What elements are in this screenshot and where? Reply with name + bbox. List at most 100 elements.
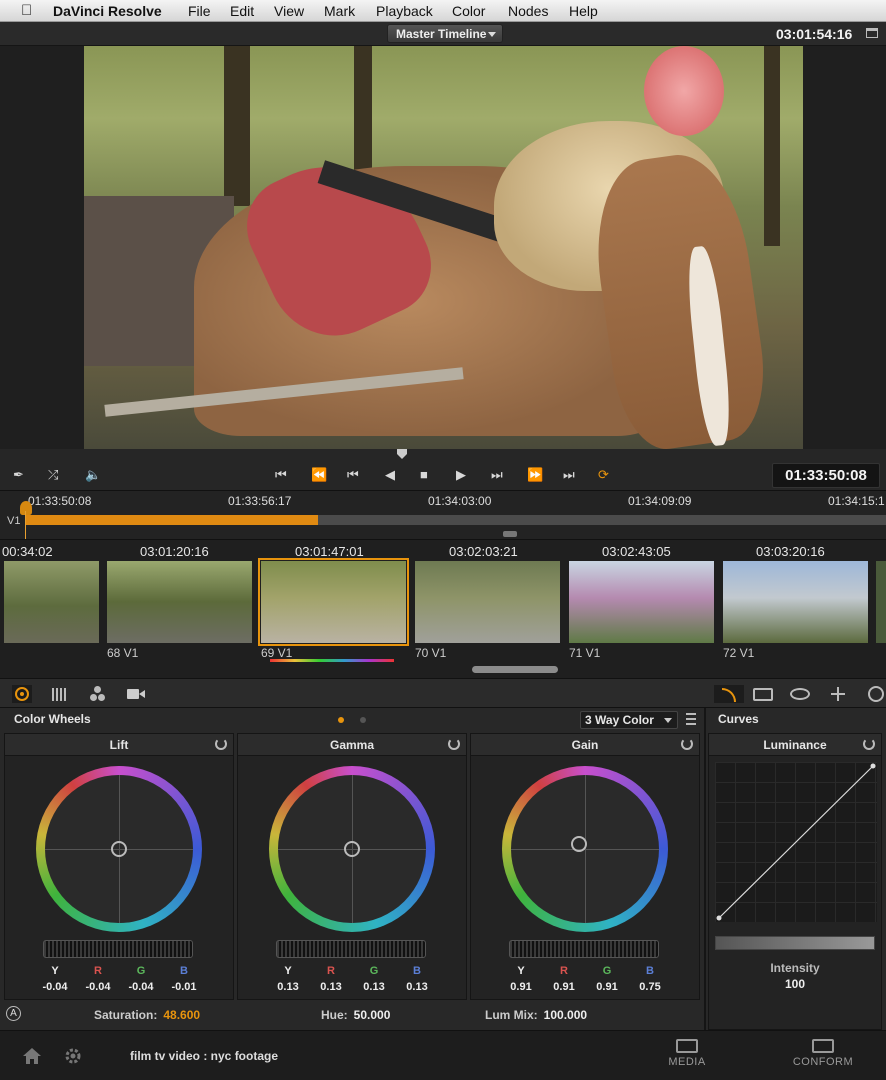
tracker-icon[interactable]: [828, 685, 848, 703]
gamma-r-value[interactable]: 0.13: [311, 981, 351, 993]
gain-g-value[interactable]: 0.91: [587, 981, 627, 993]
blur-icon[interactable]: [866, 685, 886, 703]
gamma-master-wheel[interactable]: [276, 940, 426, 958]
clip-timecode: 03:01:47:01: [295, 544, 364, 559]
power-window-icon[interactable]: [788, 685, 812, 703]
reset-icon[interactable]: [215, 738, 227, 750]
volume-icon[interactable]: 🔈: [85, 467, 101, 483]
reset-icon[interactable]: [448, 738, 460, 750]
qualifier-icon[interactable]: [752, 685, 774, 703]
media-page-button[interactable]: MEDIA: [652, 1039, 722, 1068]
lift-color-wheel[interactable]: [36, 766, 202, 932]
curves-tool-icon[interactable]: [714, 685, 744, 703]
wheel-puck[interactable]: [344, 841, 360, 857]
curve-graph[interactable]: [715, 762, 877, 922]
color-match-icon[interactable]: [88, 685, 108, 703]
gamma-y-value[interactable]: 0.13: [268, 981, 308, 993]
wheel-puck[interactable]: [111, 841, 127, 857]
timeline-scroll-handle[interactable]: [503, 531, 517, 537]
conform-page-button[interactable]: CONFORM: [788, 1039, 858, 1068]
menu-playback[interactable]: Playback: [376, 3, 433, 19]
go-to-end-icon[interactable]: ⏭: [563, 467, 575, 483]
gamma-g-value[interactable]: 0.13: [354, 981, 394, 993]
play-reverse-icon[interactable]: ◀: [385, 467, 395, 483]
gain-y-value[interactable]: 0.91: [501, 981, 541, 993]
clip-thumbnail[interactable]: [107, 561, 252, 643]
lift-b-value[interactable]: -0.01: [164, 981, 204, 993]
clip-timecode: 03:02:03:21: [449, 544, 518, 559]
viewer-scrubber[interactable]: [0, 449, 886, 461]
wheel-mode-select[interactable]: 3 Way Color: [580, 711, 678, 729]
lift-r-value[interactable]: -0.04: [78, 981, 118, 993]
mini-timeline[interactable]: 01:33:50:08 01:33:56:17 01:34:03:00 01:3…: [0, 490, 886, 539]
gamma-wheel-box: Gamma Y R G B 0.13 0.13 0.13 0.13: [237, 733, 467, 1000]
color-wheels-icon[interactable]: [12, 685, 32, 703]
hue-param[interactable]: Hue: 50.000: [321, 1008, 390, 1022]
auto-balance-button[interactable]: A: [6, 1006, 21, 1021]
gamma-b-value[interactable]: 0.13: [397, 981, 437, 993]
timeline-select[interactable]: Master Timeline: [387, 24, 503, 43]
clips-scrollbar[interactable]: [472, 666, 558, 673]
gain-r-value[interactable]: 0.91: [544, 981, 584, 993]
reset-icon[interactable]: [681, 738, 693, 750]
channel-b-label: B: [413, 965, 421, 977]
saturation-param[interactable]: Saturation: 48.600: [94, 1008, 200, 1022]
stop-icon[interactable]: ■: [420, 467, 428, 483]
track-clip[interactable]: [26, 515, 318, 525]
gamma-color-wheel[interactable]: [269, 766, 435, 932]
previous-frame-icon[interactable]: ⏮: [347, 467, 359, 483]
wheel-title: Gamma: [238, 734, 466, 756]
gain-b-value[interactable]: 0.75: [630, 981, 670, 993]
menu-app-name[interactable]: DaVinci Resolve: [53, 3, 162, 19]
intensity-slider[interactable]: [715, 936, 875, 950]
expand-viewer-icon[interactable]: [866, 28, 878, 38]
menu-help[interactable]: Help: [569, 3, 598, 19]
clip-thumbnail[interactable]: [723, 561, 868, 643]
menu-mark[interactable]: Mark: [324, 3, 355, 19]
gain-color-wheel[interactable]: [502, 766, 668, 932]
clip-thumbnail[interactable]: [4, 561, 99, 643]
next-frame-icon[interactable]: ⏭: [491, 467, 503, 483]
eyedropper-icon[interactable]: ✒: [13, 467, 24, 483]
clip-thumbnail[interactable]: [876, 561, 886, 643]
go-to-start-icon[interactable]: ⏮: [275, 467, 287, 483]
panel-menu-icon[interactable]: [686, 713, 696, 725]
apple-icon[interactable]: : [21, 2, 32, 19]
lift-y-value[interactable]: -0.04: [35, 981, 75, 993]
clip-thumbnail[interactable]: [569, 561, 714, 643]
menu-file[interactable]: File: [188, 3, 211, 19]
home-icon[interactable]: [22, 1047, 42, 1065]
lum-mix-param[interactable]: Lum Mix: 100.000: [485, 1008, 587, 1022]
saturation-value[interactable]: 48.600: [163, 1008, 200, 1022]
intensity-value[interactable]: 100: [709, 977, 881, 991]
channel-g-label: G: [136, 965, 146, 977]
menu-nodes[interactable]: Nodes: [508, 3, 548, 19]
loop-icon[interactable]: ⟳: [598, 467, 609, 483]
clip-thumbnail[interactable]: [415, 561, 560, 643]
menu-color[interactable]: Color: [452, 3, 485, 19]
lift-wheel-box: Lift Y R G B -0.04 -0.04 -0.04 -0.01: [4, 733, 234, 1000]
shuffle-icon[interactable]: ⤮: [48, 467, 58, 483]
menu-view[interactable]: View: [274, 3, 304, 19]
camera-raw-icon[interactable]: [126, 685, 146, 703]
page-dot-active[interactable]: [338, 717, 344, 723]
page-dot[interactable]: [360, 717, 366, 723]
playhead-handle[interactable]: [20, 501, 32, 515]
media-icon: [676, 1039, 698, 1053]
menu-edit[interactable]: Edit: [230, 3, 254, 19]
bars-icon[interactable]: [50, 685, 70, 703]
reset-icon[interactable]: [863, 738, 875, 750]
play-icon[interactable]: ▶: [456, 467, 466, 483]
lift-g-value[interactable]: -0.04: [121, 981, 161, 993]
rewind-icon[interactable]: ⏪: [311, 467, 327, 483]
gear-icon[interactable]: [64, 1047, 82, 1065]
clip-thumbnail-selected[interactable]: [258, 558, 409, 646]
viewer[interactable]: [0, 46, 886, 449]
channel-y-label: Y: [517, 965, 525, 977]
gain-master-wheel[interactable]: [509, 940, 659, 958]
wheel-puck[interactable]: [571, 836, 587, 852]
fast-forward-icon[interactable]: ⏩: [527, 467, 543, 483]
lift-master-wheel[interactable]: [43, 940, 193, 958]
hue-value[interactable]: 50.000: [354, 1008, 391, 1022]
lum-mix-value[interactable]: 100.000: [544, 1008, 587, 1022]
